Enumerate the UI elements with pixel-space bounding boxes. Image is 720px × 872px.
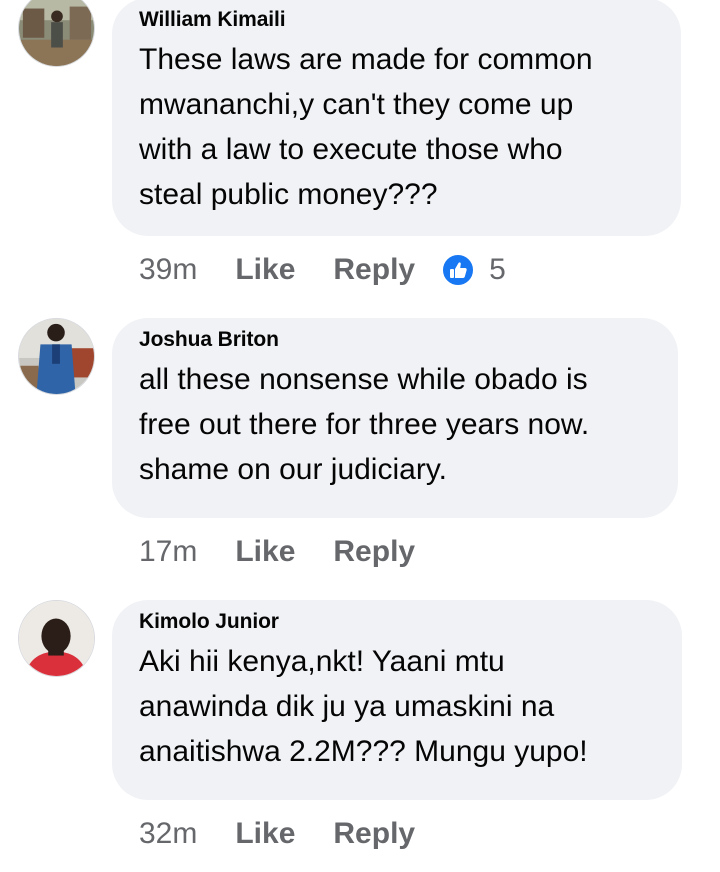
avatar-photo	[19, 601, 94, 676]
comment-actions: 39m Like Reply 5	[139, 252, 506, 288]
comment-line: These laws are made for common	[139, 43, 593, 76]
thumbs-up-icon	[441, 253, 476, 287]
comment-actions: 17m Like Reply	[139, 534, 453, 570]
comment-actions: 32m Like Reply	[139, 816, 453, 852]
comment-line: shame on our judiciary.	[139, 453, 447, 486]
comment-bubble: Joshua Briton all these nonsense while o…	[112, 318, 678, 518]
comment-author[interactable]: Kimolo Junior	[139, 610, 654, 634]
comment-timestamp[interactable]: 39m	[139, 252, 197, 288]
comment-text: Aki hii kenya,nkt! Yaani mtu anawinda di…	[139, 639, 654, 774]
comment-line: free out there for three years now.	[139, 408, 590, 441]
avatar[interactable]	[18, 0, 95, 67]
comment-text: These laws are made for common mwananchi…	[139, 37, 653, 217]
comment-line: all these nonsense while obado is	[139, 363, 588, 396]
comment-line: anaitishwa 2.2M??? Mungu yupo!	[139, 735, 588, 768]
reply-button[interactable]: Reply	[333, 816, 415, 852]
comment-bubble: Kimolo Junior Aki hii kenya,nkt! Yaani m…	[112, 600, 682, 800]
comment-line: mwananchi,y can't they come up	[139, 88, 574, 121]
comment-timestamp[interactable]: 17m	[139, 534, 197, 570]
reaction-summary[interactable]: 5	[441, 252, 506, 288]
comment-author[interactable]: Joshua Briton	[139, 328, 650, 352]
like-button[interactable]: Like	[235, 534, 295, 570]
avatar-photo	[19, 0, 94, 66]
like-button[interactable]: Like	[235, 816, 295, 852]
comment-line: with a law to execute those who	[139, 133, 563, 166]
avatar[interactable]	[18, 318, 95, 395]
like-button[interactable]: Like	[235, 252, 295, 288]
comment-line: Aki hii kenya,nkt! Yaani mtu	[139, 645, 505, 678]
reaction-count: 5	[489, 253, 506, 286]
comment-author[interactable]: William Kimaili	[139, 8, 653, 32]
avatar-photo	[19, 319, 94, 394]
reply-button[interactable]: Reply	[333, 534, 415, 570]
comment-line: steal public money???	[139, 178, 438, 211]
comment-bubble: William Kimaili These laws are made for …	[112, 0, 681, 236]
comment-text: all these nonsense while obado is free o…	[139, 357, 650, 492]
comment-timestamp[interactable]: 32m	[139, 816, 197, 852]
avatar[interactable]	[18, 600, 95, 677]
reply-button[interactable]: Reply	[333, 252, 415, 288]
comment-line: anawinda dik ju ya umaskini na	[139, 690, 555, 723]
